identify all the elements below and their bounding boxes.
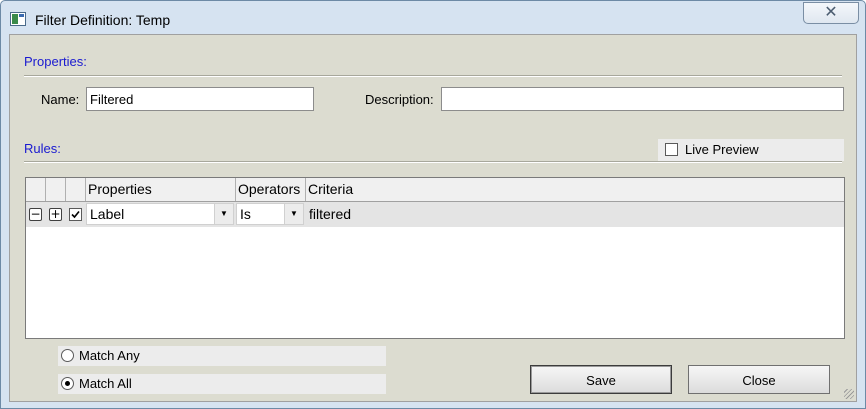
- remove-rule-button[interactable]: −: [29, 208, 42, 221]
- property-value: Label: [90, 206, 125, 222]
- match-all-label: Match All: [79, 376, 132, 391]
- live-preview-toggle[interactable]: Live Preview: [658, 139, 844, 161]
- dialog-body: Properties: Name: Description: Rules: Li…: [9, 34, 857, 402]
- rules-grid: Properties Operators Criteria − + Label …: [25, 177, 845, 339]
- app-window-icon: [10, 12, 26, 26]
- property-dropdown[interactable]: Label ▼: [86, 203, 234, 225]
- live-preview-checkbox[interactable]: [665, 143, 678, 156]
- match-any-option[interactable]: Match Any: [58, 346, 386, 366]
- resize-grip[interactable]: [844, 389, 854, 399]
- header-enabled-col: [66, 178, 86, 201]
- title-bar[interactable]: Filter Definition: Temp ✕: [1, 1, 865, 35]
- column-header-criteria[interactable]: Criteria: [306, 178, 844, 201]
- add-rule-button[interactable]: +: [49, 208, 62, 221]
- description-input[interactable]: [441, 87, 844, 111]
- grid-header: Properties Operators Criteria: [26, 178, 844, 202]
- match-any-radio[interactable]: [61, 349, 74, 362]
- table-row: − + Label ▼ Is ▼ filtered: [26, 202, 844, 227]
- live-preview-label: Live Preview: [685, 142, 759, 157]
- window-title: Filter Definition: Temp: [35, 12, 171, 28]
- chevron-down-icon[interactable]: ▼: [214, 204, 233, 224]
- description-label: Description:: [365, 92, 434, 107]
- column-header-properties[interactable]: Properties: [86, 178, 236, 201]
- match-all-radio[interactable]: [61, 377, 74, 390]
- checkmark-icon: [71, 210, 80, 219]
- operator-value: Is: [240, 206, 251, 222]
- close-icon: ✕: [824, 4, 838, 21]
- properties-separator: [24, 75, 842, 77]
- save-button[interactable]: Save: [530, 365, 672, 394]
- name-label: Name:: [41, 92, 80, 107]
- name-input[interactable]: [86, 87, 314, 111]
- filter-definition-window: Filter Definition: Temp ✕ Properties: Na…: [0, 0, 866, 409]
- operator-dropdown[interactable]: Is ▼: [236, 203, 304, 225]
- rules-section-label: Rules:: [24, 141, 61, 156]
- match-any-label: Match Any: [79, 348, 140, 363]
- window-close-button[interactable]: ✕: [803, 2, 859, 24]
- column-header-operators[interactable]: Operators: [236, 178, 306, 201]
- close-button[interactable]: Close: [688, 365, 830, 394]
- properties-section-label: Properties:: [24, 54, 87, 69]
- match-all-option[interactable]: Match All: [58, 374, 386, 394]
- header-remove-col: [26, 178, 46, 201]
- criteria-cell[interactable]: filtered: [306, 202, 844, 227]
- rule-enabled-checkbox[interactable]: [69, 208, 82, 221]
- chevron-down-icon[interactable]: ▼: [284, 204, 303, 224]
- rules-separator: [24, 161, 842, 163]
- header-add-col: [46, 178, 66, 201]
